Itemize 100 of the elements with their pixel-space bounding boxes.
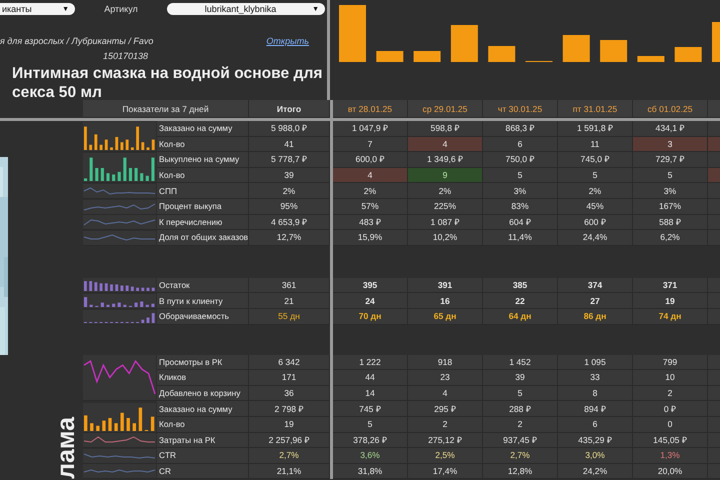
metric-label: Доля от общих заказов: [157, 230, 249, 246]
value-cell: 588 ₽: [633, 214, 708, 230]
total-cell: 5 778,7 ₽: [249, 152, 330, 168]
metric-label: Кол-во: [157, 168, 249, 184]
value-cell: 24,2%: [558, 464, 633, 480]
value-cell: 5: [633, 168, 708, 184]
value-cell: 918: [408, 354, 483, 370]
chart-bar: [674, 47, 702, 62]
value-cell: 3: [633, 136, 708, 152]
value-cell: 6: [483, 136, 558, 152]
value-cell: 275,12 ₽: [408, 432, 483, 448]
total-cell: 171: [249, 370, 330, 386]
total-cell: 4 653,9 ₽: [249, 214, 330, 230]
total-cell: 2 257,96 ₽: [249, 432, 330, 448]
value-cell: 24: [333, 293, 408, 309]
value-cell: 31,8%: [333, 464, 408, 480]
total-cell: 21,1%: [249, 464, 330, 480]
total-cell: 55 дн: [249, 308, 330, 325]
metric-label: В пути к клиенту: [157, 293, 249, 309]
value-cell: 374: [558, 278, 633, 294]
value-cell: 145,05 ₽: [633, 432, 708, 448]
value-cell: 22: [483, 293, 558, 309]
column-header: Итого: [249, 100, 330, 118]
value-cell: 894 ₽: [558, 401, 633, 417]
total-cell: 2 798 ₽: [249, 401, 330, 417]
total-cell: 19: [249, 416, 330, 432]
chart-bar: [414, 51, 441, 62]
metric-label: Заказано на сумму: [157, 401, 249, 417]
value-cell: 39: [483, 370, 558, 386]
value-cell: 729,7 ₽: [633, 152, 708, 168]
chart-bar: [600, 40, 628, 62]
total-cell: 21: [249, 293, 330, 309]
value-cell: 2%: [333, 183, 408, 199]
value-cell: 74 дн: [633, 308, 708, 325]
value-cell: 600 ₽: [558, 214, 633, 230]
total-cell: 12,7%: [249, 230, 330, 246]
value-cell: 5: [558, 168, 633, 184]
value-cell: 23: [408, 370, 483, 386]
metric-label: Затраты на РК: [157, 432, 249, 448]
value-cell: 0: [633, 416, 708, 432]
metric-label: Заказано на сумму: [157, 121, 249, 137]
value-cell: 3,6%: [333, 448, 408, 464]
table-cell: [708, 168, 720, 184]
chart-bar: [339, 5, 366, 62]
value-cell: 9: [408, 168, 483, 184]
value-cell: 6: [558, 416, 633, 432]
metric-label: Остаток: [157, 278, 249, 294]
metric-label: CR: [157, 464, 249, 480]
date-header: сб 01.02.25: [633, 100, 708, 118]
value-cell: 0 ₽: [633, 401, 708, 417]
chart-bar: [562, 35, 590, 62]
date-header: вт 28.01.25: [333, 100, 408, 118]
value-cell: 5: [483, 168, 558, 184]
section-label: лама: [53, 417, 79, 480]
metric-label: CTR: [157, 448, 249, 464]
total-cell: 361: [249, 278, 330, 294]
value-cell: 395: [333, 278, 408, 294]
value-cell: 16: [408, 293, 483, 309]
value-cell: 70 дн: [333, 308, 408, 325]
value-cell: 1 047,9 ₽: [333, 121, 408, 137]
table-cell: [708, 121, 720, 137]
date-header: пт 31.01.25: [558, 100, 633, 118]
value-cell: 11: [558, 136, 633, 152]
value-cell: 57%: [333, 198, 408, 215]
value-cell: 371: [633, 278, 708, 294]
value-cell: 1 349,6 ₽: [408, 152, 483, 168]
value-cell: 10: [633, 370, 708, 386]
date-header: чт 30.01.25: [483, 100, 558, 118]
open-link[interactable]: Открыть: [266, 36, 309, 46]
field-label: Артикул: [103, 4, 139, 14]
total-cell: 2%: [249, 183, 330, 199]
value-cell: 937,45 ₽: [483, 432, 558, 448]
chart-bar: [637, 56, 664, 62]
metric-label: Процент выкупа: [157, 198, 249, 215]
breadcrumb: я для взрослых / Лубриканты / Favo: [0, 36, 154, 46]
metric-label: Оборачиваемость: [157, 308, 249, 325]
value-cell: 385: [483, 278, 558, 294]
value-cell: 8: [558, 386, 633, 402]
total-cell: 5 988,0 ₽: [249, 121, 330, 137]
table-cell: [708, 152, 720, 168]
value-cell: 7: [333, 136, 408, 152]
value-cell: 745 ₽: [333, 401, 408, 417]
value-cell: 5: [333, 416, 408, 432]
table-cell: [708, 183, 720, 199]
value-cell: 14: [333, 386, 408, 402]
value-cell: 295 ₽: [408, 401, 483, 417]
chart-bar: [712, 22, 720, 62]
chart-bar: [376, 51, 404, 62]
value-cell: 799: [633, 354, 708, 370]
value-cell: 604 ₽: [483, 214, 558, 230]
value-cell: 745,0 ₽: [558, 152, 633, 168]
value-cell: 2: [408, 416, 483, 432]
column-header: Показатели за 7 дней: [83, 100, 249, 118]
value-cell: 1 095: [558, 354, 633, 370]
metric-label: Добавлено в корзину: [157, 386, 249, 402]
value-cell: 15,9%: [333, 230, 408, 246]
value-cell: 33: [558, 370, 633, 386]
value-cell: 24,4%: [558, 230, 633, 246]
metric-label: Выкуплено на сумму: [157, 152, 249, 168]
value-cell: 6,2%: [633, 230, 708, 246]
